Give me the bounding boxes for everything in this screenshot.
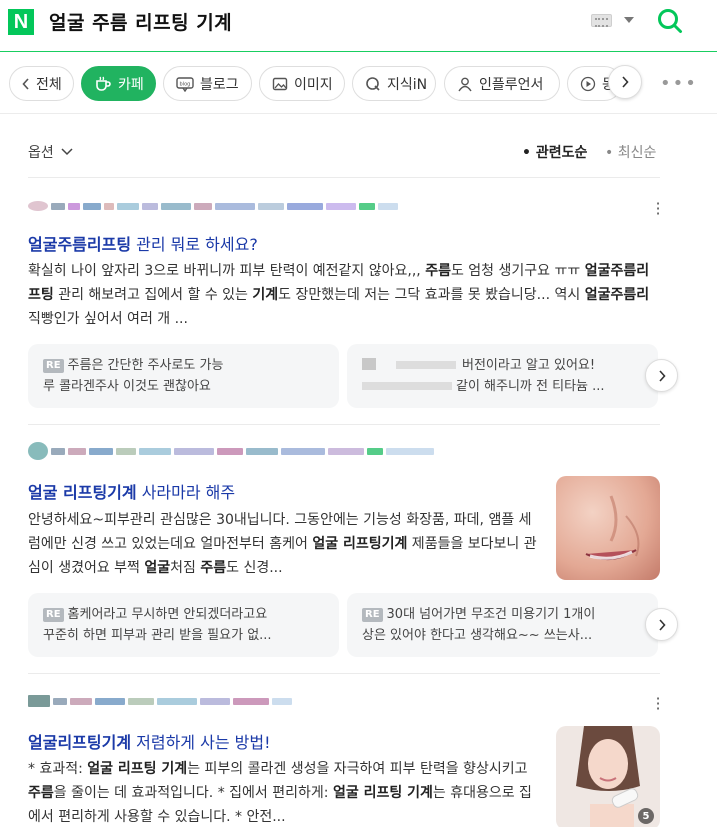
sort-related-label: 관련도순 xyxy=(535,145,588,161)
result-snippet: * 효과적: 얼굴 리프팅 기계는 피부의 콜라겐 생성을 자극하여 피부 탄력… xyxy=(28,757,540,827)
title-rest: 관리 뭐로 하세요? xyxy=(131,235,258,254)
comment-card[interactable]: 버전이라고 알고 있어요! 같이 해주니까 전 티타늄 ... xyxy=(347,344,658,408)
face-closeup-image xyxy=(556,476,660,580)
options-label: 옵션 xyxy=(28,145,54,161)
result-meta-blurred xyxy=(28,199,398,213)
naver-logo[interactable]: N xyxy=(8,9,34,35)
options-dropdown[interactable]: 옵션 xyxy=(28,142,73,162)
chevron-left-icon xyxy=(22,77,30,90)
tab-label: 이미지 xyxy=(294,76,333,93)
snippet-text: * 효과적: xyxy=(28,761,88,777)
result-snippet: 안녕하세요~피부관리 관심많은 30내닙니다. 그동안에는 기능성 화장품, 파… xyxy=(28,508,540,580)
tab-all[interactable]: 전체 xyxy=(9,66,74,101)
comment-card[interactable]: RE 홈케어라고 무시하면 안되겠더라고요 꾸준히 하면 피부과 관리 받을 필요… xyxy=(28,593,339,657)
tab-label: 카페 xyxy=(118,76,144,93)
snippet-highlight: 얼굴 리프팅 기계 xyxy=(332,785,433,801)
tab-blog[interactable]: blog 블로그 xyxy=(163,66,252,101)
title-rest: 저렴하게 사는 방법! xyxy=(131,733,271,752)
comments-next-button[interactable] xyxy=(645,608,678,641)
snippet-highlight: 얼굴 리프팅 기계 xyxy=(87,761,188,777)
snippet-highlight: 얼굴주름리 xyxy=(584,287,650,303)
snippet-highlight: 주름 xyxy=(200,560,227,576)
snippet-highlight: 주름 xyxy=(425,263,451,279)
tab-influencer[interactable]: 인플루언서 xyxy=(444,66,560,101)
comment-line: 같이 해주니까 전 티타늄 ... xyxy=(456,379,605,394)
result-snippet: 확실히 나이 앞자리 3으로 바뀌니까 피부 탄력이 예전같지 않아요,,, 주… xyxy=(28,259,658,331)
result-thumbnail[interactable] xyxy=(556,476,660,580)
comments-next-button[interactable] xyxy=(645,359,678,392)
search-icon[interactable] xyxy=(656,7,683,34)
tab-cafe[interactable]: 카페 xyxy=(81,66,156,101)
comment-line: 상은 있어야 한다고 생각해요~~ 쓰는사... xyxy=(362,628,593,643)
image-icon xyxy=(272,76,288,92)
snippet-highlight: 주름 xyxy=(28,785,54,801)
title-highlight: 얼굴 리프팅기계 xyxy=(28,483,137,502)
snippet-highlight: 얼굴 xyxy=(144,560,171,576)
person-icon xyxy=(457,76,473,92)
result-title[interactable]: 얼굴리프팅기계 저렴하게 사는 방법! xyxy=(28,729,270,753)
reply-tag: RE xyxy=(43,359,64,373)
divider xyxy=(28,424,660,425)
result-meta-blurred xyxy=(28,442,434,460)
result-meta-blurred xyxy=(28,694,292,708)
comment-line: 루 콜라겐주사 이것도 괜찮아요 xyxy=(43,379,211,394)
comment-line: 30대 넘어가면 무조건 미용기기 1개이 xyxy=(386,607,596,622)
search-header: N 얼굴 주름 리프팅 기계 xyxy=(0,0,717,52)
tab-kin[interactable]: 지식iN xyxy=(352,66,436,101)
chevron-right-icon xyxy=(622,76,629,88)
blog-icon: blog xyxy=(176,76,194,92)
tab-label: 지식iN xyxy=(387,76,428,93)
snippet-highlight: 얼굴 리프팅기계 xyxy=(312,536,408,552)
snippet-text: 도 엄청 생기구요 ㅠㅠ xyxy=(450,263,585,279)
sort-recent-label: 최신순 xyxy=(617,145,657,161)
chevron-right-icon xyxy=(658,618,666,631)
snippet-text: 확실히 나이 앞자리 3으로 바뀌니까 피부 탄력이 예전같지 않아요,,, xyxy=(28,263,426,279)
snippet-highlight: 기계 xyxy=(252,287,279,303)
more-options-icon[interactable]: · · · xyxy=(654,691,662,717)
comment-card[interactable]: RE 주름은 간단한 주사로도 가능 루 콜라겐주사 이것도 괜찮아요 xyxy=(28,344,339,408)
tab-label: 블로그 xyxy=(200,76,239,93)
result-title[interactable]: 얼굴주름리프팅 관리 뭐로 하세요? xyxy=(28,231,258,255)
reply-tag: RE xyxy=(43,608,64,622)
sort-related[interactable]: • 관련도순 xyxy=(522,142,587,162)
play-icon xyxy=(580,76,596,92)
chevron-down-icon xyxy=(61,148,73,156)
tab-label: 인플루언서 xyxy=(479,76,544,93)
comment-line: 버전이라고 알고 있어요! xyxy=(462,358,596,373)
snippet-text: 도 신경... xyxy=(226,560,283,576)
comment-card[interactable]: RE 30대 넘어가면 무조건 미용기기 1개이 상은 있어야 한다고 생각해요~… xyxy=(347,593,658,657)
snippet-text: 직빵인가 싶어서 여러 개 ... xyxy=(28,311,188,327)
svg-text:blog: blog xyxy=(180,81,191,87)
result-title[interactable]: 얼굴 리프팅기계 사라마라 해주 xyxy=(28,479,235,503)
divider xyxy=(28,177,660,178)
comment-line: 홈케어라고 무시하면 안되겠더라고요 xyxy=(67,607,268,622)
sort-recent[interactable]: • 최신순 xyxy=(605,142,656,162)
keyboard-icon[interactable] xyxy=(591,14,612,27)
divider xyxy=(28,673,660,674)
cafe-cup-icon xyxy=(94,75,112,93)
title-highlight: 얼굴리프팅기계 xyxy=(28,733,132,752)
chevron-right-icon xyxy=(658,369,666,382)
tab-images[interactable]: 이미지 xyxy=(259,66,345,101)
comment-line: 꾸준히 하면 피부과 관리 받을 필요가 없... xyxy=(43,628,272,643)
title-highlight: 얼굴주름리프팅 xyxy=(28,235,132,254)
snippet-text: 관리 해보려고 집에서 할 수 있는 xyxy=(53,287,253,303)
search-query[interactable]: 얼굴 주름 리프팅 기계 xyxy=(49,8,232,35)
comment-line: 주름은 간단한 주사로도 가능 xyxy=(67,358,224,373)
snippet-text: 을 줄이는 데 효과적입니다. * 집에서 편리하게: xyxy=(53,785,333,801)
more-options-icon[interactable]: · · · xyxy=(654,196,662,222)
result-thumbnail[interactable]: 5 xyxy=(556,726,660,827)
reply-tag: RE xyxy=(362,608,383,622)
more-tabs-icon[interactable]: ••• xyxy=(660,73,698,94)
snippet-text: 처짐 xyxy=(170,560,201,576)
image-count-badge: 5 xyxy=(638,808,654,824)
qa-icon xyxy=(365,76,381,92)
snippet-text: 도 장만했는데 저는 그닥 효과를 못 봤습니당... 역시 xyxy=(278,287,585,303)
tabs-next-button[interactable] xyxy=(608,65,642,99)
snippet-text: 는 피부의 콜라겐 생성을 자극하여 피부 탄력을 향상시키고 xyxy=(187,761,528,777)
tab-label: 전체 xyxy=(36,76,62,93)
title-rest: 사라마라 해주 xyxy=(136,483,236,502)
dropdown-icon[interactable] xyxy=(624,17,634,23)
